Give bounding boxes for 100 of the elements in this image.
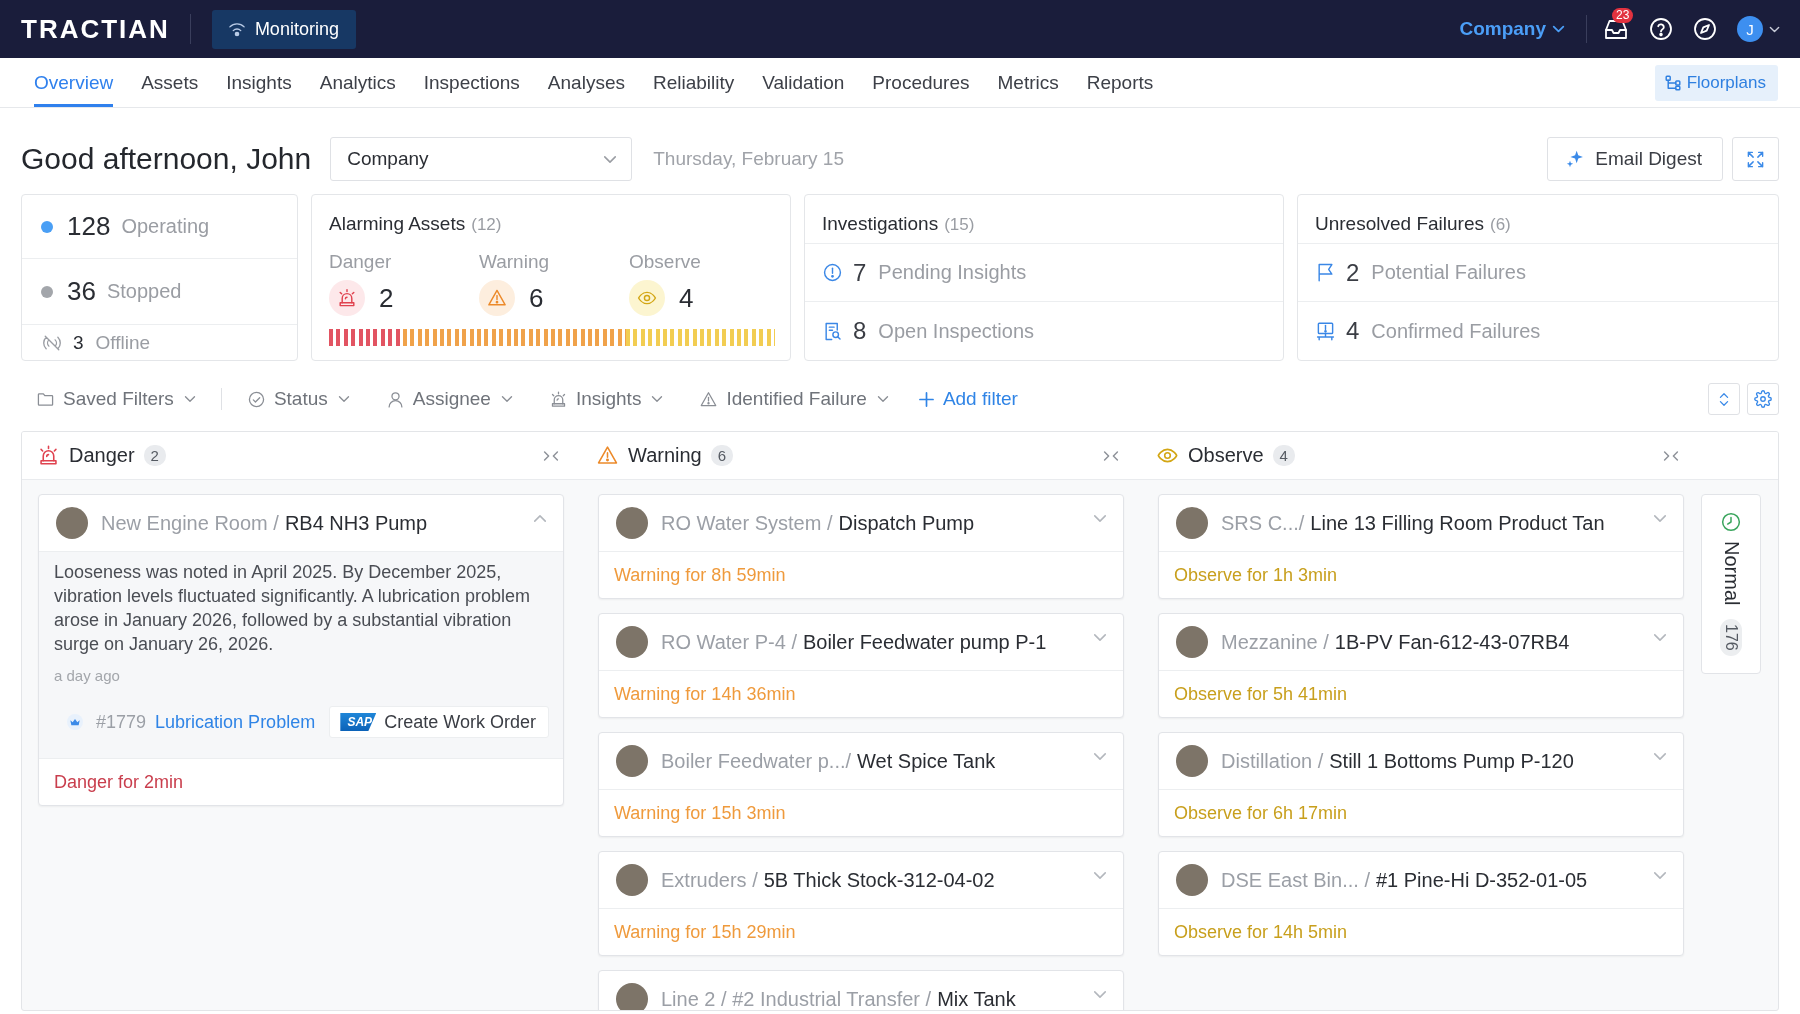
summary-label: Confirmed Failures: [1371, 319, 1541, 343]
alert-duration: Warning for 14h 36min: [614, 683, 796, 705]
nav-tab[interactable]: Assets: [141, 58, 199, 107]
chevron-down-icon[interactable]: [1093, 990, 1107, 999]
floorplans-button[interactable]: Floorplans: [1654, 64, 1778, 101]
nav-tab[interactable]: Reports: [1086, 58, 1154, 107]
nav-tab[interactable]: Procedures: [872, 58, 970, 107]
alert-duration: Warning for 15h 29min: [614, 921, 796, 943]
nav-tab[interactable]: Analyses: [547, 58, 625, 107]
summary-label: Potential Failures: [1371, 261, 1526, 284]
asset-location: DSE East Bin... /: [1221, 868, 1370, 892]
chevron-down-icon[interactable]: [1653, 752, 1667, 761]
collapse-icon[interactable]: [1103, 450, 1119, 461]
filter-dropdown[interactable]: Assignee: [386, 388, 513, 410]
card-count: (12): [471, 215, 502, 235]
help-icon[interactable]: [1649, 17, 1673, 41]
nav-tab[interactable]: Analytics: [319, 58, 396, 107]
column-title: Danger: [69, 444, 135, 467]
date-label: Thursday, February 15: [653, 148, 844, 170]
normal-column[interactable]: Normal 176: [1701, 494, 1761, 674]
module-button[interactable]: Monitoring: [211, 9, 356, 49]
status-label: Offline: [95, 331, 151, 354]
inbox-icon[interactable]: [1604, 18, 1628, 40]
chevron-down-icon[interactable]: [1093, 752, 1107, 761]
alert-duration: Warning for 15h 3min: [614, 802, 786, 824]
insight-link[interactable]: Lubrication Problem: [155, 711, 316, 733]
chevron-down-icon[interactable]: [1653, 633, 1667, 642]
folder-icon: [37, 390, 54, 408]
greeting-title: Good afternoon, John: [21, 142, 312, 176]
filter-dropdown[interactable]: Saved Filters: [37, 388, 196, 410]
collapse-icon[interactable]: [543, 450, 559, 461]
chevron-down-icon[interactable]: [1653, 514, 1667, 523]
card-count: (6): [1489, 215, 1511, 235]
asset-location: Line 2 / #2 Industrial Transfer /: [661, 987, 932, 1010]
filter-dropdown[interactable]: Insights: [549, 388, 664, 410]
photo-placeholder: [56, 507, 88, 539]
chevron-down-icon[interactable]: [1653, 871, 1667, 880]
alert-card[interactable]: DSE East Bin... / #1 Pine-Hi D-352-01-05 Observe for 14h 5min: [1158, 851, 1684, 956]
create-work-order-button[interactable]: SAP Create Work Order: [329, 706, 549, 738]
alert-card[interactable]: [38, 494, 564, 806]
alert-card[interactable]: RO Water System / Dispatch Pump Warning for 8h 59min: [598, 494, 1124, 599]
chevron-up-icon[interactable]: [533, 514, 547, 523]
asset-location: Boiler Feedwater p.../: [661, 749, 852, 773]
photo-placeholder: [1176, 626, 1208, 658]
card-count: (15): [944, 215, 975, 235]
chevron-down-icon[interactable]: [1093, 514, 1107, 523]
fullscreen-button[interactable]: [1732, 137, 1779, 181]
nav-tab[interactable]: Reliability: [652, 58, 735, 107]
company-switcher[interactable]: Company: [1459, 18, 1565, 40]
alert-card[interactable]: Mezzanine / 1B-PV Fan-612-43-07RB4 Observe for 5h 41min: [1158, 613, 1684, 718]
plus-icon: [918, 391, 934, 407]
status-count: 128: [67, 211, 111, 242]
filter-dropdown[interactable]: Identified Failure: [700, 388, 889, 410]
summary-count: 2: [1346, 258, 1360, 287]
alert-card[interactable]: Boiler Feedwater p.../ Wet Spice Tank Warning for 15h 3min: [598, 732, 1124, 837]
asset-name: Mix Tank: [937, 987, 1016, 1010]
caret-icon[interactable]: [1769, 25, 1780, 33]
asset-name: 1B-PV Fan-612-43-07RB4: [1334, 630, 1570, 654]
add-filter-button[interactable]: Add filter: [918, 388, 1018, 410]
notification-badge: 23: [1612, 8, 1634, 23]
filter-dropdown[interactable]: Status: [247, 388, 350, 410]
column-count: 4: [1272, 445, 1295, 466]
chevron-down-icon[interactable]: [1093, 871, 1107, 880]
column-title: Observe: [1188, 444, 1264, 467]
alert-card[interactable]: Extruders / 5B Thick Stock-312-04-02 Warning for 15h 29min: [598, 851, 1124, 956]
settings-button[interactable]: [1747, 383, 1779, 415]
alert-card[interactable]: RO Water P-4 / Boiler Feedwater pump P-1 Warning for 14h 36min: [598, 613, 1124, 718]
email-digest-button[interactable]: Email Digest: [1547, 137, 1723, 181]
clock-icon: [1721, 512, 1741, 532]
asset-location: SRS C.../: [1221, 511, 1305, 535]
severity-label: Danger: [329, 251, 393, 273]
signal-off-icon: [43, 333, 61, 352]
nav-tab[interactable]: Metrics: [997, 58, 1059, 107]
severity-label: Observe: [629, 251, 702, 273]
company-select[interactable]: Company: [330, 137, 633, 181]
crown-icon: [67, 714, 83, 730]
collapse-icon[interactable]: [1663, 450, 1679, 461]
alert-card[interactable]: Line 2 / #2 Industrial Transfer / Mix Tank: [598, 970, 1124, 1010]
card-title: Unresolved Failures: [1315, 213, 1484, 235]
siren-icon: [549, 390, 567, 408]
asset-location: RO Water System /: [661, 511, 833, 535]
alert-card[interactable]: SRS C.../ Line 13 Filling Room Product Tan Observe for 1h 3min: [1158, 494, 1684, 599]
warning-icon: [597, 445, 618, 466]
nav-tab[interactable]: Overview: [34, 58, 114, 107]
fullscreen-icon: [1746, 149, 1765, 169]
nav-tab[interactable]: Inspections: [423, 58, 520, 107]
expand-collapse-button[interactable]: [1708, 383, 1740, 415]
nav-tab[interactable]: Validation: [762, 58, 845, 107]
asset-name: Boiler Feedwater pump P-1: [802, 630, 1047, 654]
alert-icon: [823, 263, 842, 282]
column-title: Normal: [1719, 541, 1743, 606]
alert-card[interactable]: Distillation / Still 1 Bottoms Pump P-120 Observe for 6h 17min: [1158, 732, 1684, 837]
asset-name: Line 13 Filling Room Product Tan: [1310, 511, 1605, 535]
severity-label: Warning: [479, 251, 551, 273]
photo-placeholder: [616, 745, 648, 777]
caret-icon: [651, 395, 664, 403]
chevron-down-icon[interactable]: [1093, 633, 1107, 642]
severity-count: 4: [679, 282, 694, 314]
compass-icon[interactable]: [1693, 17, 1717, 41]
nav-tab[interactable]: Insights: [226, 58, 292, 107]
